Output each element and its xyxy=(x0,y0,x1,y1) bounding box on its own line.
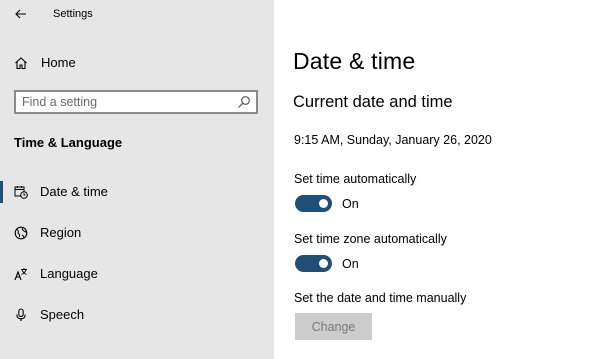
microphone-icon xyxy=(16,308,26,321)
sidebar: Settings Home Time & Language xyxy=(0,0,274,359)
set-time-zone-automatically-state: On xyxy=(342,257,359,271)
selection-indicator xyxy=(0,181,3,203)
set-time-automatically-state: On xyxy=(342,197,359,211)
sidebar-item-home[interactable]: Home xyxy=(0,48,274,78)
sidebar-item-language[interactable]: Language xyxy=(0,257,274,291)
settings-window: Settings Home Time & Language xyxy=(0,0,600,359)
set-time-zone-automatically-label: Set time zone automatically xyxy=(294,232,447,246)
back-arrow-icon xyxy=(15,9,26,19)
calendar-clock-icon xyxy=(14,186,28,199)
search-input[interactable] xyxy=(22,94,222,110)
search-icon[interactable] xyxy=(237,95,251,109)
sidebar-item-label: Region xyxy=(40,225,82,240)
section-heading: Current date and time xyxy=(293,93,453,111)
globe-icon xyxy=(14,226,28,240)
sidebar-item-label: Date & time xyxy=(40,184,108,199)
title-bar: Settings xyxy=(0,0,274,30)
sidebar-item-label: Language xyxy=(40,266,98,281)
main-content: Date & time Current date and time 9:15 A… xyxy=(274,0,600,359)
back-button[interactable] xyxy=(10,3,32,25)
sidebar-item-label: Home xyxy=(41,55,76,70)
sidebar-item-date-time[interactable]: Date & time xyxy=(0,175,274,209)
sidebar-item-region[interactable]: Region xyxy=(0,216,274,250)
current-datetime: 9:15 AM, Sunday, January 26, 2020 xyxy=(294,133,492,147)
search-box[interactable] xyxy=(14,90,258,114)
language-icon xyxy=(14,268,27,281)
app-title: Settings xyxy=(53,8,93,20)
set-time-zone-automatically-toggle[interactable] xyxy=(295,255,332,272)
sidebar-item-label: Speech xyxy=(40,307,85,322)
home-icon xyxy=(15,57,27,70)
sidebar-section-title: Time & Language xyxy=(14,135,123,150)
sidebar-item-speech[interactable]: Speech xyxy=(0,298,274,332)
page-title: Date & time xyxy=(293,48,416,74)
set-time-automatically-label: Set time automatically xyxy=(294,172,417,186)
set-time-automatically-toggle[interactable] xyxy=(295,195,332,212)
set-date-time-manually-label: Set the date and time manually xyxy=(294,291,467,305)
change-button[interactable]: Change xyxy=(295,313,372,340)
toggle-knob xyxy=(319,199,328,208)
toggle-knob xyxy=(319,259,328,268)
